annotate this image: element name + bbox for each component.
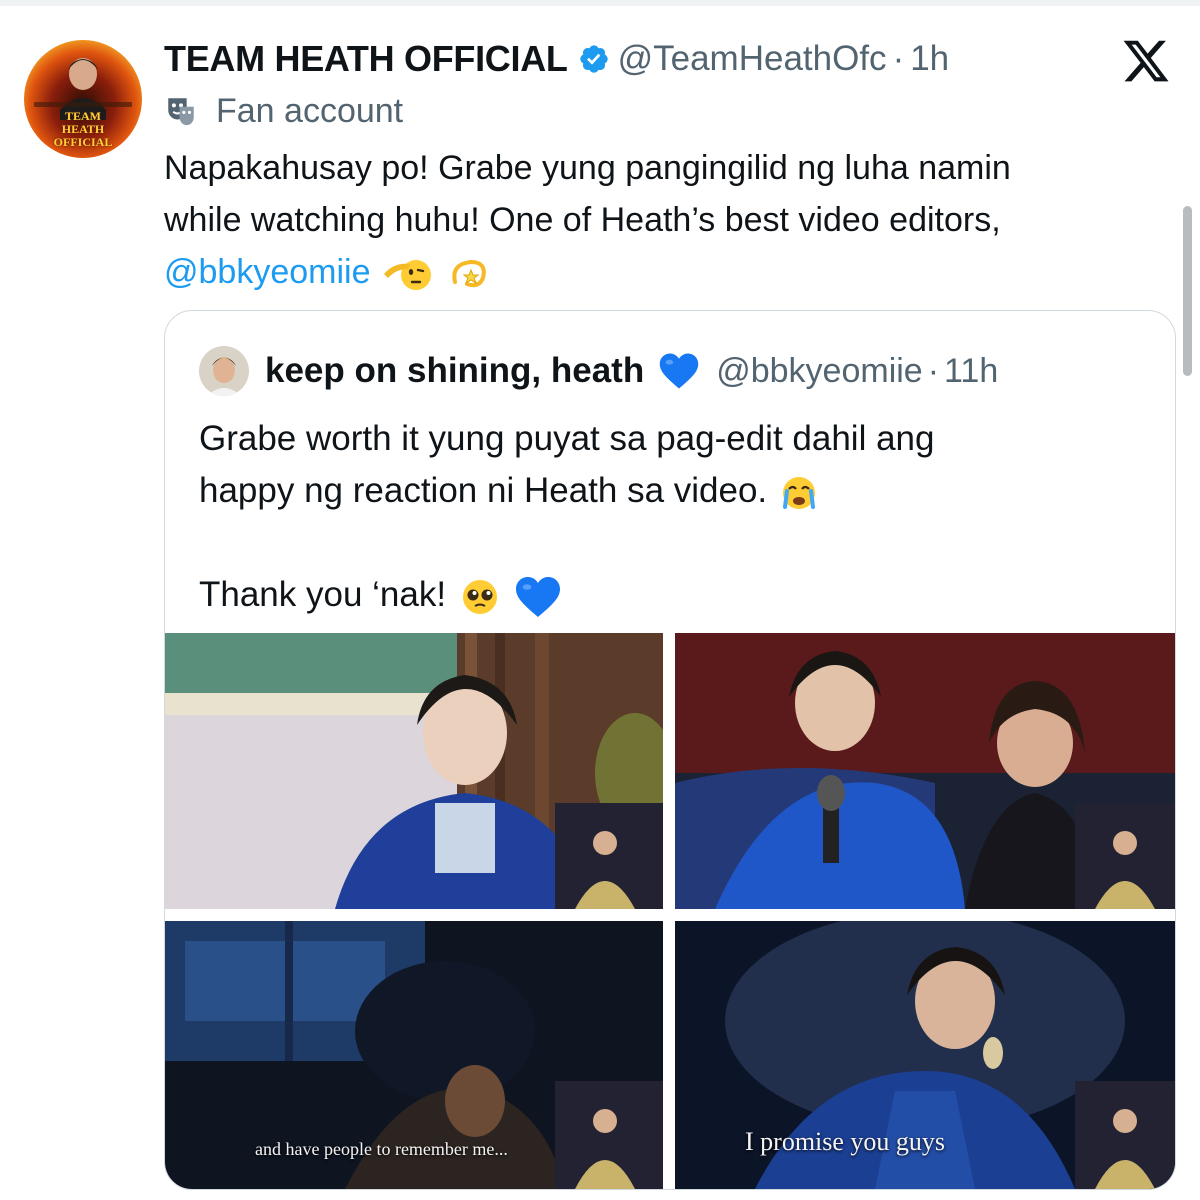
tweet-header: TEAM HEATH OFFICIAL @TeamHeathOfc · 1h	[164, 36, 949, 82]
quoted-tweet-header: keep on shining, heath @bbkyeomiie · 11h	[199, 341, 998, 401]
quoted-tweet-text: Grabe worth it yung puyat sa pag-edit da…	[199, 413, 1159, 621]
blue-heart-emoji	[659, 353, 699, 389]
quoted-text-line	[199, 517, 1159, 569]
quoted-text-line-content: Thank you ‘nak!	[199, 575, 447, 614]
saluting-face-emoji	[383, 260, 431, 291]
quoted-text-line: happy ng reaction ni Heath sa video.	[199, 465, 1159, 517]
quoted-header-separator: ·	[927, 351, 940, 390]
author-avatar[interactable]: TEAM HEATH OFFICIAL	[24, 40, 142, 158]
tweet-text: Napakahusay po! Grabe yung pangingilid n…	[164, 142, 1174, 298]
x-logo-icon[interactable]	[1120, 36, 1172, 86]
quoted-author-avatar[interactable]	[199, 346, 249, 396]
dizzy-emoji	[452, 260, 487, 288]
author-handle[interactable]: @TeamHeathOfc	[618, 39, 887, 79]
quoted-tweet-timestamp[interactable]: 11h	[944, 352, 998, 391]
mention-link[interactable]: @bbkyeomiie	[164, 253, 371, 291]
verified-badge-icon[interactable]	[578, 43, 610, 75]
top-divider	[0, 0, 1200, 6]
media-image-3[interactable]: and have people to remember me...	[165, 921, 663, 1189]
media-caption-1: and have people to remember me...	[255, 1139, 508, 1159]
media-caption-2: I promise you guys	[745, 1127, 946, 1156]
avatar-logo-text: TEAM HEATH OFFICIAL	[53, 109, 113, 149]
quoted-author-display-name[interactable]: keep on shining, heath	[265, 351, 644, 391]
fan-account-mask-icon	[168, 98, 194, 126]
tweet-timestamp[interactable]: 1h	[910, 39, 949, 79]
quoted-tweet-card[interactable]: keep on shining, heath @bbkyeomiie · 11h…	[164, 310, 1176, 1190]
fan-account-label[interactable]: Fan account	[164, 90, 403, 132]
header-separator: ·	[892, 39, 905, 78]
scrollbar-thumb[interactable]	[1183, 206, 1192, 376]
pleading-face-emoji	[462, 579, 497, 614]
media-image-2-art	[675, 633, 1175, 909]
media-image-2[interactable]	[675, 633, 1175, 909]
tweet-text-line: @bbkyeomiie	[164, 246, 1174, 298]
media-grid: and have people to remember me... I prom…	[165, 633, 1175, 1189]
quoted-author-handle[interactable]: @bbkyeomiie	[716, 352, 923, 391]
media-image-1[interactable]	[165, 633, 663, 909]
author-display-name[interactable]: TEAM HEATH OFFICIAL	[164, 38, 568, 80]
media-image-4[interactable]: I promise you guys	[675, 921, 1175, 1189]
tweet-text-line: while watching huhu! One of Heath’s best…	[164, 201, 1001, 239]
tweet-text-line: Napakahusay po! Grabe yung pangingilid n…	[164, 149, 1011, 187]
blue-heart-emoji	[515, 576, 560, 617]
quoted-text-line-content: happy ng reaction ni Heath sa video.	[199, 471, 768, 510]
media-image-1-art	[165, 633, 663, 909]
quoted-text-line: Grabe worth it yung puyat sa pag-edit da…	[199, 419, 935, 458]
loudly-crying-emoji	[782, 476, 815, 509]
fan-account-text: Fan account	[216, 91, 404, 130]
quoted-avatar-image	[199, 346, 249, 396]
quoted-text-line: Thank you ‘nak!	[199, 569, 1159, 621]
